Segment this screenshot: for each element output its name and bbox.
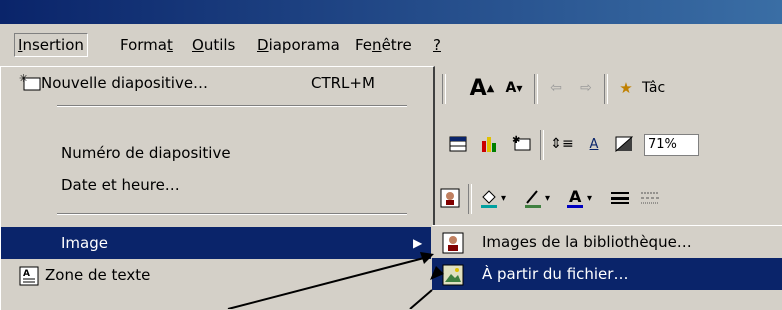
arrow-head-file [430,266,444,280]
annotation-arrows [227,252,444,309]
arrow-to-clipart [227,257,425,309]
arrow-to-file [409,289,433,309]
arrow-head-clipart [420,252,434,264]
